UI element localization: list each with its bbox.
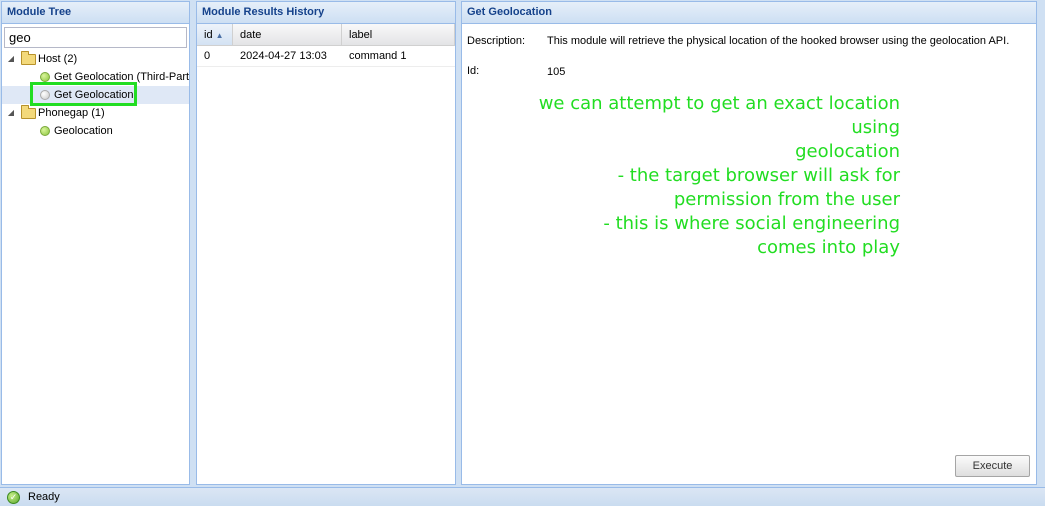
- results-history-panel: Module Results History id ▲ date label 0 …: [196, 1, 456, 485]
- execute-button[interactable]: Execute: [955, 455, 1030, 477]
- annotation-line: - the target browser will ask for: [617, 165, 900, 186]
- column-header-id[interactable]: id ▲: [197, 24, 233, 45]
- module-status-green-icon: [40, 126, 50, 136]
- module-status-grey-icon: [40, 90, 50, 100]
- column-header-date[interactable]: date: [233, 24, 342, 45]
- expand-triangle-icon[interactable]: ◢: [6, 104, 16, 122]
- module-detail-title: Get Geolocation: [462, 2, 1036, 24]
- cell-label: command 1: [349, 50, 407, 62]
- expand-triangle-icon[interactable]: ◢: [6, 50, 16, 68]
- status-bar: ✓ Ready: [0, 487, 1045, 506]
- sort-ascending-icon: ▲: [215, 31, 224, 40]
- tree-node-get-geolocation-third-party[interactable]: Get Geolocation (Third-Party): [2, 68, 189, 86]
- tree-node-label: Phonegap (1): [38, 107, 105, 119]
- cell-id: 0: [204, 50, 211, 62]
- annotation-line: comes into play: [757, 237, 900, 258]
- module-tree: ◢ Host (2) Get Geolocation (Third-Party)…: [2, 50, 189, 140]
- tree-node-geolocation[interactable]: Geolocation: [2, 122, 189, 140]
- tree-node-label: Get Geolocation (Third-Party): [54, 71, 189, 83]
- results-history-title: Module Results History: [197, 2, 455, 24]
- annotation-line: using: [851, 117, 900, 138]
- annotation-note: we can attempt to get an exact location …: [470, 92, 900, 260]
- module-tree-title: Module Tree: [2, 2, 189, 24]
- annotation-line: permission from the user: [673, 189, 900, 210]
- module-tree-panel: Module Tree ◢ Host (2) Get Geolocation (…: [1, 1, 190, 485]
- annotation-line: we can attempt to get an exact location: [538, 93, 900, 114]
- table-row[interactable]: 0 2024-04-27 13:03 command 1: [197, 46, 455, 67]
- results-grid-header: id ▲ date label: [197, 24, 455, 46]
- tree-node-label: Host (2): [38, 53, 78, 65]
- description-value: This module will retrieve the physical l…: [547, 35, 1010, 47]
- tree-node-label: Get Geolocation: [54, 89, 134, 101]
- column-header-label[interactable]: label: [342, 24, 455, 45]
- module-status-green-icon: [40, 72, 50, 82]
- id-value: 105: [547, 66, 566, 78]
- folder-icon: [21, 51, 36, 65]
- tree-node-get-geolocation[interactable]: Get Geolocation: [2, 86, 189, 104]
- folder-icon: [21, 105, 36, 119]
- module-search-input[interactable]: [4, 27, 187, 48]
- status-text: Ready: [28, 491, 60, 503]
- tree-node-phonegap[interactable]: ◢ Phonegap (1): [2, 104, 189, 122]
- status-ok-icon: ✓: [7, 491, 20, 504]
- description-label: Description:: [467, 35, 526, 47]
- annotation-line: - this is where social engineering: [603, 213, 900, 234]
- tree-node-host[interactable]: ◢ Host (2): [2, 50, 189, 68]
- id-label: Id:: [467, 65, 480, 77]
- annotation-line: geolocation: [795, 141, 900, 162]
- cell-date: 2024-04-27 13:03: [240, 50, 327, 62]
- tree-node-label: Geolocation: [54, 125, 113, 137]
